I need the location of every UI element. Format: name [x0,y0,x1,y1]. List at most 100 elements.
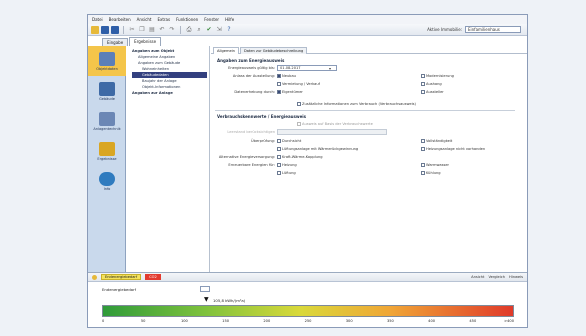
checkbox-label: Lüftungsanlage mit Wärmerückgewinnung [282,147,359,151]
menu-extras[interactable]: Extras [157,17,170,22]
tab-gebaeudebeschreibung[interactable]: Daten zur Gebäudebeschreibung [239,47,308,54]
alt-energie-label: Alternative Energieversorgung: [218,155,275,159]
checkbox-label: Vollständigkeit [426,139,453,143]
cut-icon[interactable]: ✂ [128,26,136,34]
scale-tick-label: 400 [428,319,436,323]
checkbox-label: Zusätzliche Informationen zum Verbrauch … [302,102,416,106]
menu-hilfe[interactable]: Hilfe [225,17,234,22]
checkbox-modernisierung[interactable]: Modernisierung [421,74,454,78]
tab-allgemein[interactable]: Allgemein [213,47,239,54]
checkbox-label: Neubau [282,74,296,78]
datenerhebung-label: Datenerhebung durch: [234,90,275,94]
erneuerbar-label: Erneuerbare Energien für: [228,163,275,167]
scale-tick-label: 450 [469,319,477,323]
scale-tick-label: 50 [140,319,146,323]
energy-scale-toolbar: Endenergiebedarf CO2 Ansicht Vergleich H… [88,273,527,282]
redo-icon[interactable]: ↷ [168,26,176,34]
menu-ansicht[interactable]: Ansicht [137,17,152,22]
view-link[interactable]: Ansicht [471,275,484,279]
menu-bar: Datei Bearbeiten Ansicht Extras Funktion… [88,15,527,24]
section-energieausweis-title: Angaben zum Energieausweis [217,58,285,63]
checkbox-warmwasser[interactable]: Warmwasser [421,163,449,167]
new-file-icon[interactable] [91,25,99,34]
menu-datei[interactable]: Datei [92,17,103,22]
nav-item-info[interactable]: Info [88,166,126,196]
menu-fenster[interactable]: Fenster [204,17,219,22]
copy-icon[interactable]: ❐ [138,26,146,34]
main-panel: Allgemein Daten zur Gebäudebeschreibung … [211,46,527,272]
validity-label: Energieausweis gültig bis: [228,66,275,70]
object-tree: Angaben zum Objekt Allgemeine Angaben An… [126,46,210,272]
undo-icon[interactable]: ↶ [158,26,166,34]
checkbox-lueftung-wrg[interactable]: Lüftungsanlage mit Wärmerückgewinnung [277,147,358,151]
compare-link[interactable]: Vergleich [488,275,505,279]
checkbox-lueftung[interactable]: Lüftung [277,171,296,175]
checkbox-neubau[interactable]: Neubau [277,74,296,78]
tab-endenergie[interactable]: Endenergiebedarf [101,274,142,280]
paste-icon[interactable]: ▤ [148,26,156,34]
checkbox-heizung[interactable]: Heizung [277,163,297,167]
checkbox-aussteller[interactable]: Aussteller [421,90,444,94]
app-window: Datei Bearbeiten Ansicht Extras Funktion… [87,14,528,328]
nav-item-anlagentechnik[interactable]: Anlagentechnik [88,106,126,136]
export-icon[interactable]: ⇲ [215,26,223,34]
checkbox-kwk[interactable]: Kraft-Wärme-Kopplung [277,155,323,159]
checkbox-box [297,102,301,106]
checkbox-box [277,139,281,143]
scale-tick-label: 100 [180,319,188,323]
checkbox-aushang[interactable]: Aushang [421,82,442,86]
building-icon [99,81,115,96]
help-icon[interactable]: ? [225,26,233,34]
nav-item-ergebnisse[interactable]: Ergebnisse [88,136,126,166]
ueberpruefung-label: Überprüfung: [251,139,275,143]
checkbox-kuehlung[interactable]: Kühlung [421,171,441,175]
menu-funktionen[interactable]: Funktionen [176,17,198,22]
menu-bearbeiten[interactable]: Bearbeiten [109,17,131,22]
check-icon[interactable]: ✔ [205,26,213,34]
checkbox-durchsicht[interactable]: Durchsicht [277,139,301,143]
checkbox-label: Eigentümer [282,90,303,94]
active-property-label: Aktive Immobilie: [427,27,462,32]
checkbox-box [421,163,425,167]
nav-item-gebaeude[interactable]: Gebäude [88,76,126,106]
checkbox-box [277,90,281,94]
scale-tick-label: >400 [504,319,514,323]
checkbox-label: Lüftung [282,171,296,175]
nav-item-objektdaten[interactable]: Objektdaten [88,46,126,76]
tab-ergebnisse[interactable]: Ergebnisse [129,37,162,46]
checkbox-keine-heizung[interactable]: Heizungsanlage nicht vorhanden [421,147,485,151]
checkbox-label: Aushang [426,82,442,86]
checkbox-label: Warmwasser [426,163,450,167]
nav-label: Anlagentechnik [93,126,121,131]
checkbox-eigentuemer[interactable]: Eigentümer [277,90,303,94]
checkbox-box [421,74,425,78]
checkbox-label: Heizung [282,163,297,167]
leerstand-field[interactable] [277,129,387,135]
tree-item[interactable]: Angaben zur Anlage [132,90,207,96]
gauge-dropdown[interactable] [200,286,210,292]
house-icon [99,51,115,66]
print-icon[interactable]: ⎙ [185,26,193,34]
checkbox-vermietung[interactable]: Vermietung / Verkauf [277,82,320,86]
preview-icon[interactable]: ⌕ [195,26,203,34]
active-property-select[interactable]: Einfamilienhaus [465,26,521,33]
toolbar-separator [180,25,181,34]
checkbox-box [421,139,425,143]
save-icon[interactable] [101,25,109,34]
energy-scale-bar [102,305,514,317]
nav-label: Info [103,186,111,191]
anlass-label: Anlass der Ausstellung: [232,74,275,78]
hint-link[interactable]: Hinweis [509,275,523,279]
checkbox-vollstaendigkeit[interactable]: Vollständigkeit [421,139,452,143]
validity-date-field[interactable]: 01.08.2017 [277,65,337,71]
checkbox-verbrauchswerte[interactable]: Ausweis auf Basis der Verbrauchswerte [297,122,373,126]
section-verbrauch-title: Verbrauchskennwerte / Energieausweis [217,114,307,119]
checkbox-box [421,90,425,94]
checkbox-zusatzinfo[interactable]: Zusätzliche Informationen zum Verbrauch … [297,102,416,106]
tab-eingabe[interactable]: Eingabe [102,38,129,46]
calendar-dropdown-icon[interactable]: ▾ [329,66,331,71]
arrow-down-icon: ▼ [204,296,209,303]
checkbox-label: Kraft-Wärme-Kopplung [282,155,323,159]
save-all-icon[interactable] [111,25,119,34]
tab-co2[interactable]: CO2 [145,274,161,280]
